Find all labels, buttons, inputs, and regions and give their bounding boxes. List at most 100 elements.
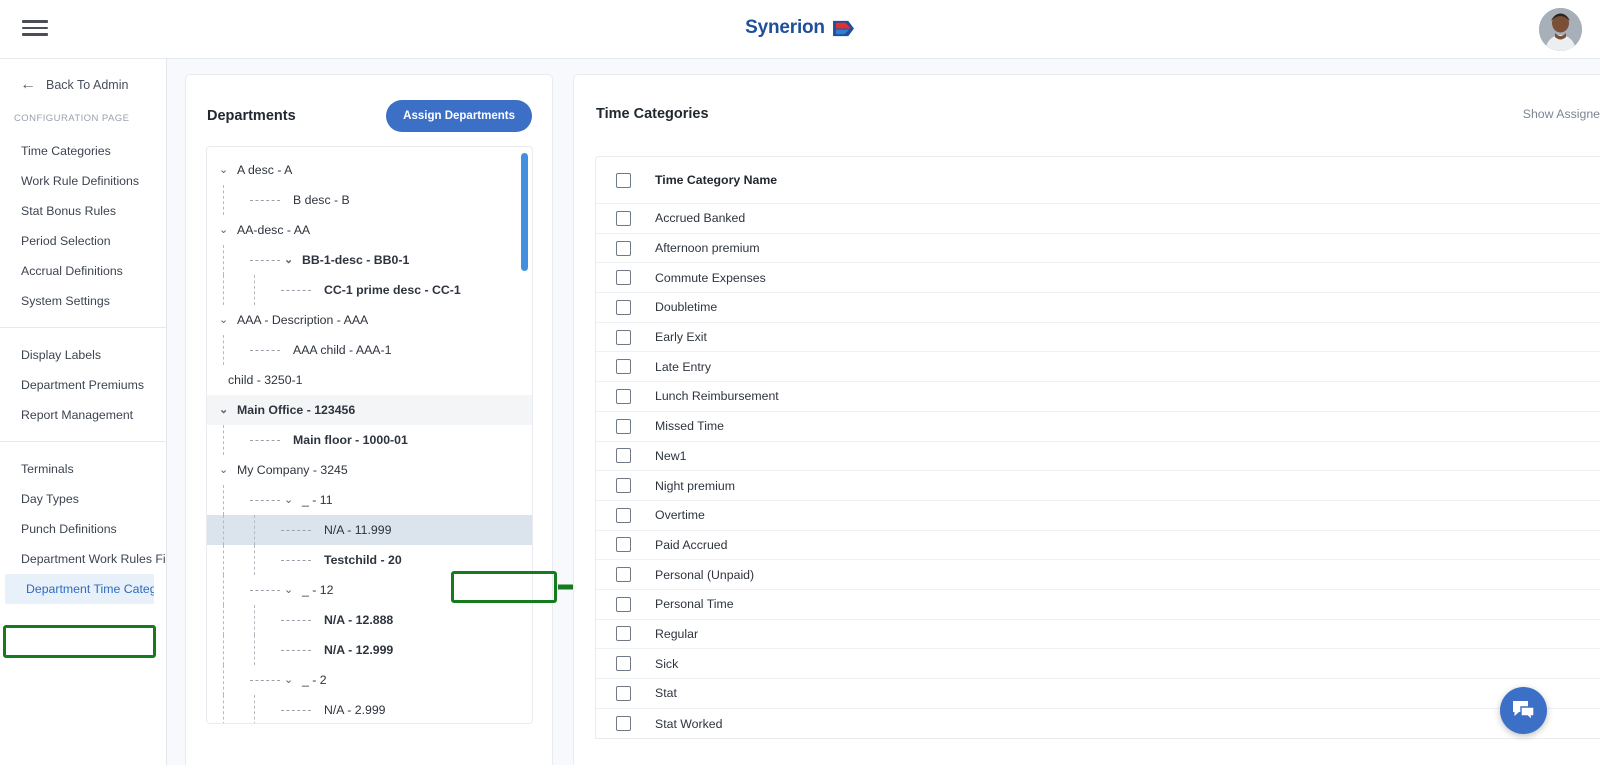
tree-node[interactable]: child - 3250-1 <box>207 365 532 395</box>
sidebar-item-report-management[interactable]: Report Management <box>0 400 166 430</box>
row-checkbox[interactable] <box>616 270 631 286</box>
tree-node[interactable]: ⌄ AAA - Description - AAA <box>207 305 532 335</box>
row-checkbox[interactable] <box>616 626 631 642</box>
table-row[interactable]: Doubletime <box>596 293 1600 323</box>
sidebar-item-system-settings[interactable]: System Settings <box>0 286 166 316</box>
tree-guide-line <box>223 665 224 695</box>
tree-connector-icon <box>250 499 280 501</box>
app-root: Synerion ← Back To Admin CONFIGURATION P… <box>0 0 1600 765</box>
table-row[interactable]: Commute Expenses <box>596 263 1600 294</box>
row-checkbox[interactable] <box>616 537 631 553</box>
tree-node[interactable]: Testchild - 20 <box>207 545 532 575</box>
table-row[interactable]: Missed Time <box>596 412 1600 442</box>
row-checkbox[interactable] <box>616 507 631 523</box>
row-checkbox[interactable] <box>616 418 631 434</box>
sidebar-item-work-rule-definitions[interactable]: Work Rule Definitions <box>0 166 166 196</box>
sidebar-item-accrual-definitions[interactable]: Accrual Definitions <box>0 256 166 286</box>
tree-guide-line <box>254 515 255 545</box>
chevron-down-icon[interactable]: ⌄ <box>284 674 297 686</box>
tree-node[interactable]: ⌄ AA-desc - AA <box>207 215 532 245</box>
back-to-admin-button[interactable]: ← Back To Admin <box>0 59 166 93</box>
table-row[interactable]: Night premium <box>596 471 1600 501</box>
tree-node[interactable]: Main floor - 1000-01 <box>207 425 532 455</box>
avatar[interactable] <box>1539 8 1582 51</box>
tree-node[interactable]: B desc - B <box>207 185 532 215</box>
chevron-down-icon[interactable]: ⌄ <box>219 464 232 476</box>
row-checkbox[interactable] <box>616 359 631 375</box>
tree-node[interactable]: ⌄ Main Office - 123456 <box>207 395 532 425</box>
tree-node[interactable]: ⌄ _ - 11 <box>207 485 532 515</box>
table-row[interactable]: Afternoon premium <box>596 234 1600 264</box>
sidebar-item-department-time-category[interactable]: Department Time Category ... <box>5 574 154 604</box>
tree-scrollbar-thumb[interactable] <box>521 153 528 271</box>
tree-node[interactable]: ⌄ _ - 2 <box>207 665 532 695</box>
synerion-mark-icon <box>832 20 854 36</box>
tree-node[interactable]: ⌄ _ - 12 <box>207 575 532 605</box>
table-row[interactable]: Sick <box>596 649 1600 679</box>
row-checkbox[interactable] <box>616 567 631 583</box>
chevron-down-icon[interactable]: ⌄ <box>219 404 232 416</box>
chevron-down-icon[interactable]: ⌄ <box>284 584 297 596</box>
tree-node[interactable]: AAA child - AAA-1 <box>207 335 532 365</box>
sidebar-item-period-selection[interactable]: Period Selection <box>0 226 166 256</box>
chevron-down-icon[interactable]: ⌄ <box>219 314 232 326</box>
row-checkbox[interactable] <box>616 448 631 464</box>
row-checkbox[interactable] <box>616 685 631 701</box>
table-row[interactable]: Lunch Reimbursement <box>596 382 1600 412</box>
table-row[interactable]: Stat Worked <box>596 709 1600 739</box>
tree-node-label: AA-desc - AA <box>237 223 311 237</box>
table-row[interactable]: New1 <box>596 442 1600 472</box>
table-row[interactable]: Regular <box>596 620 1600 650</box>
chat-fab-button[interactable] <box>1500 687 1547 734</box>
table-row[interactable]: Personal Time <box>596 590 1600 620</box>
tree-node[interactable]: N/A - 12.999 <box>207 635 532 665</box>
row-checkbox[interactable] <box>616 656 631 672</box>
row-checkbox[interactable] <box>616 299 631 315</box>
time-category-name-cell: Stat <box>655 686 677 701</box>
tree-connector-icon <box>281 529 311 531</box>
tree-node[interactable]: CC-1 prime desc - CC-1 <box>207 275 532 305</box>
tree-node[interactable]: ⌄ My Company - 3245 <box>207 455 532 485</box>
row-checkbox[interactable] <box>616 210 631 226</box>
tree-node[interactable]: N/A - 12.888 <box>207 605 532 635</box>
chevron-down-icon[interactable]: ⌄ <box>284 254 297 266</box>
sidebar-item-department-work-rules-filter[interactable]: Department Work Rules Filt... <box>0 544 166 574</box>
assign-departments-button[interactable]: Assign Departments <box>386 100 532 132</box>
tree-node-label: child - 3250-1 <box>228 373 303 387</box>
table-row[interactable]: Personal (Unpaid) <box>596 560 1600 590</box>
table-row[interactable]: Paid Accrued <box>596 531 1600 561</box>
table-row[interactable]: Overtime <box>596 501 1600 531</box>
tree-node[interactable]: N/A - 11.999 <box>207 515 532 545</box>
table-row[interactable]: Stat <box>596 679 1600 709</box>
chevron-down-icon[interactable]: ⌄ <box>219 224 232 236</box>
sidebar-item-terminals[interactable]: Terminals <box>0 454 166 484</box>
table-row[interactable]: Accrued Banked <box>596 204 1600 234</box>
sidebar-item-stat-bonus-rules[interactable]: Stat Bonus Rules <box>0 196 166 226</box>
chevron-down-icon[interactable]: ⌄ <box>284 494 297 506</box>
select-all-checkbox[interactable] <box>616 172 631 188</box>
row-checkbox[interactable] <box>616 388 631 404</box>
tree-scrollbar-track[interactable] <box>521 147 530 723</box>
sidebar-item-day-types[interactable]: Day Types <box>0 484 166 514</box>
tree-guide-line <box>223 245 224 275</box>
time-categories-title: Time Categories <box>596 106 709 122</box>
departments-panel: Departments Assign Departments ⌄ A desc -… <box>185 74 677 765</box>
row-checkbox[interactable] <box>616 478 631 494</box>
chevron-down-icon[interactable]: ⌄ <box>219 164 232 176</box>
tree-node[interactable]: ⌄ A desc - A <box>207 155 532 185</box>
tree-node[interactable]: N/A - 2.999 <box>207 695 532 723</box>
row-checkbox[interactable] <box>616 240 631 256</box>
tree-node-label: N/A - 11.999 <box>324 523 392 537</box>
show-assigned-toggle[interactable]: Show Assigne <box>1523 107 1600 121</box>
row-checkbox[interactable] <box>616 596 631 612</box>
table-row[interactable]: Late Entry <box>596 352 1600 383</box>
sidebar-item-time-categories[interactable]: Time Categories <box>0 136 166 166</box>
column-header-time-category-name: Time Category Name <box>655 173 778 187</box>
sidebar-item-department-premiums[interactable]: Department Premiums <box>0 370 166 400</box>
sidebar-item-display-labels[interactable]: Display Labels <box>0 340 166 370</box>
row-checkbox[interactable] <box>616 329 631 345</box>
sidebar-item-punch-definitions[interactable]: Punch Definitions <box>0 514 166 544</box>
table-row[interactable]: Early Exit <box>596 323 1600 353</box>
tree-node[interactable]: ⌄ BB-1-desc - BB0-1 <box>207 245 532 275</box>
row-checkbox[interactable] <box>616 716 631 732</box>
